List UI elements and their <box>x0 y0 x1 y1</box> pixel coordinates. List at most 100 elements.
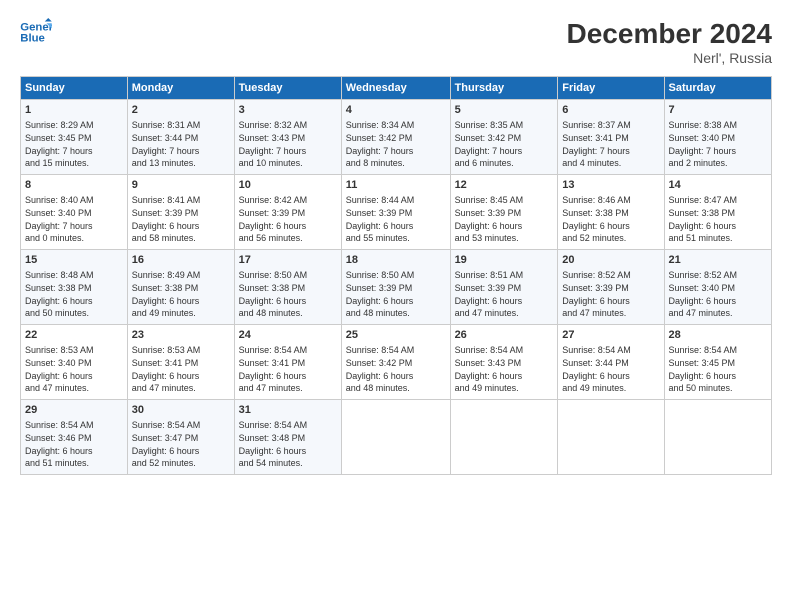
day-info: Sunrise: 8:48 AM <box>25 269 123 282</box>
day-number: 29 <box>25 403 123 418</box>
calendar-cell: 9Sunrise: 8:41 AMSunset: 3:39 PMDaylight… <box>127 175 234 250</box>
day-number: 20 <box>562 253 659 268</box>
day-info: Sunset: 3:39 PM <box>455 207 554 220</box>
day-number: 6 <box>562 103 659 118</box>
calendar-week-2: 8Sunrise: 8:40 AMSunset: 3:40 PMDaylight… <box>21 175 772 250</box>
calendar-cell: 3Sunrise: 8:32 AMSunset: 3:43 PMDaylight… <box>234 100 341 175</box>
day-info: Sunrise: 8:47 AM <box>669 194 767 207</box>
day-info: Daylight: 7 hours <box>562 145 659 158</box>
calendar-cell: 4Sunrise: 8:34 AMSunset: 3:42 PMDaylight… <box>341 100 450 175</box>
day-info: Sunset: 3:38 PM <box>239 282 337 295</box>
calendar-cell: 11Sunrise: 8:44 AMSunset: 3:39 PMDayligh… <box>341 175 450 250</box>
day-info: Sunset: 3:48 PM <box>239 432 337 445</box>
day-info: Daylight: 6 hours <box>132 370 230 383</box>
day-info: and 48 minutes. <box>239 307 337 320</box>
calendar-cell: 12Sunrise: 8:45 AMSunset: 3:39 PMDayligh… <box>450 175 558 250</box>
day-info: Sunset: 3:38 PM <box>562 207 659 220</box>
day-info: Daylight: 6 hours <box>132 295 230 308</box>
day-info: Sunrise: 8:45 AM <box>455 194 554 207</box>
day-info: Sunset: 3:38 PM <box>132 282 230 295</box>
calendar-cell: 14Sunrise: 8:47 AMSunset: 3:38 PMDayligh… <box>664 175 771 250</box>
day-info: Sunset: 3:39 PM <box>132 207 230 220</box>
day-number: 30 <box>132 403 230 418</box>
day-info: Sunrise: 8:38 AM <box>669 119 767 132</box>
day-info: and 50 minutes. <box>25 307 123 320</box>
day-number: 3 <box>239 103 337 118</box>
day-info: and 0 minutes. <box>25 232 123 245</box>
day-info: Sunrise: 8:46 AM <box>562 194 659 207</box>
day-info: Daylight: 6 hours <box>669 220 767 233</box>
day-info: and 51 minutes. <box>25 457 123 470</box>
logo-icon: General Blue <box>20 18 52 46</box>
day-info: Sunset: 3:39 PM <box>346 207 446 220</box>
day-info: and 10 minutes. <box>239 157 337 170</box>
day-info: Sunset: 3:44 PM <box>562 357 659 370</box>
day-info: Sunset: 3:38 PM <box>669 207 767 220</box>
day-info: Sunset: 3:44 PM <box>132 132 230 145</box>
day-number: 21 <box>669 253 767 268</box>
day-number: 24 <box>239 328 337 343</box>
day-info: and 47 minutes. <box>562 307 659 320</box>
day-info: Sunset: 3:40 PM <box>669 282 767 295</box>
day-info: Sunrise: 8:35 AM <box>455 119 554 132</box>
day-info: and 13 minutes. <box>132 157 230 170</box>
day-info: Sunrise: 8:53 AM <box>132 344 230 357</box>
day-info: Sunrise: 8:40 AM <box>25 194 123 207</box>
day-info: Daylight: 7 hours <box>239 145 337 158</box>
calendar-subtitle: Nerl', Russia <box>567 50 772 66</box>
day-info: Sunrise: 8:37 AM <box>562 119 659 132</box>
day-info: and 50 minutes. <box>669 382 767 395</box>
day-number: 4 <box>346 103 446 118</box>
calendar-cell: 5Sunrise: 8:35 AMSunset: 3:42 PMDaylight… <box>450 100 558 175</box>
day-info: and 52 minutes. <box>562 232 659 245</box>
day-info: and 49 minutes. <box>455 382 554 395</box>
day-info: Sunrise: 8:52 AM <box>669 269 767 282</box>
day-info: and 47 minutes. <box>239 382 337 395</box>
day-info: Daylight: 6 hours <box>455 370 554 383</box>
col-monday: Monday <box>127 77 234 100</box>
calendar-cell: 18Sunrise: 8:50 AMSunset: 3:39 PMDayligh… <box>341 250 450 325</box>
day-info: Daylight: 6 hours <box>669 370 767 383</box>
day-number: 12 <box>455 178 554 193</box>
calendar-cell: 15Sunrise: 8:48 AMSunset: 3:38 PMDayligh… <box>21 250 128 325</box>
day-info: Daylight: 6 hours <box>455 295 554 308</box>
day-number: 17 <box>239 253 337 268</box>
day-info: Daylight: 7 hours <box>25 145 123 158</box>
day-info: Sunrise: 8:54 AM <box>239 344 337 357</box>
day-info: Daylight: 7 hours <box>25 220 123 233</box>
calendar-cell: 27Sunrise: 8:54 AMSunset: 3:44 PMDayligh… <box>558 325 664 400</box>
day-info: Daylight: 6 hours <box>239 370 337 383</box>
calendar-cell: 29Sunrise: 8:54 AMSunset: 3:46 PMDayligh… <box>21 400 128 475</box>
day-info: Sunrise: 8:51 AM <box>455 269 554 282</box>
day-info: and 54 minutes. <box>239 457 337 470</box>
day-info: Sunrise: 8:44 AM <box>346 194 446 207</box>
day-info: Daylight: 6 hours <box>132 445 230 458</box>
calendar-week-4: 22Sunrise: 8:53 AMSunset: 3:40 PMDayligh… <box>21 325 772 400</box>
day-info: Sunset: 3:46 PM <box>25 432 123 445</box>
day-info: and 49 minutes. <box>562 382 659 395</box>
day-info: Sunrise: 8:42 AM <box>239 194 337 207</box>
col-tuesday: Tuesday <box>234 77 341 100</box>
day-info: Sunrise: 8:29 AM <box>25 119 123 132</box>
day-info: Daylight: 6 hours <box>25 445 123 458</box>
day-info: Daylight: 6 hours <box>25 295 123 308</box>
calendar-cell: 19Sunrise: 8:51 AMSunset: 3:39 PMDayligh… <box>450 250 558 325</box>
day-info: and 52 minutes. <box>132 457 230 470</box>
day-info: and 51 minutes. <box>669 232 767 245</box>
day-number: 26 <box>455 328 554 343</box>
day-info: Sunset: 3:40 PM <box>25 207 123 220</box>
day-info: and 8 minutes. <box>346 157 446 170</box>
day-info: Sunset: 3:47 PM <box>132 432 230 445</box>
day-info: Sunset: 3:41 PM <box>132 357 230 370</box>
day-info: and 47 minutes. <box>455 307 554 320</box>
day-info: Sunrise: 8:54 AM <box>25 419 123 432</box>
calendar-cell <box>558 400 664 475</box>
calendar-cell: 16Sunrise: 8:49 AMSunset: 3:38 PMDayligh… <box>127 250 234 325</box>
day-info: Daylight: 6 hours <box>239 295 337 308</box>
calendar-cell: 30Sunrise: 8:54 AMSunset: 3:47 PMDayligh… <box>127 400 234 475</box>
day-number: 9 <box>132 178 230 193</box>
calendar-cell <box>341 400 450 475</box>
calendar-cell: 8Sunrise: 8:40 AMSunset: 3:40 PMDaylight… <box>21 175 128 250</box>
day-info: Sunrise: 8:52 AM <box>562 269 659 282</box>
day-info: Daylight: 6 hours <box>346 295 446 308</box>
